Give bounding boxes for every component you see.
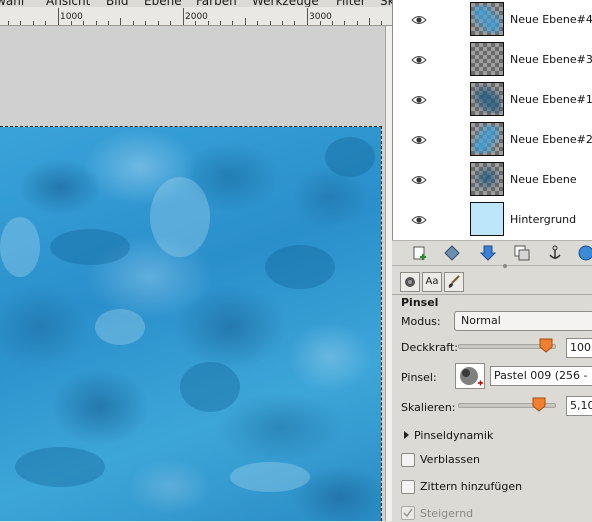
watercolor-image-canvas[interactable] xyxy=(0,127,381,521)
brush-preview-button[interactable] xyxy=(455,363,485,389)
layer-name[interactable]: Neue Ebene xyxy=(510,173,577,186)
modus-dropdown[interactable]: Normal xyxy=(454,311,592,331)
eye-icon[interactable] xyxy=(411,53,427,67)
scale-slider-handle[interactable] xyxy=(532,397,546,412)
layer-thumbnail xyxy=(470,162,504,196)
layer-name[interactable]: Neue Ebene#2 xyxy=(510,133,592,146)
tool-options-icon xyxy=(405,277,415,287)
ruler-tick xyxy=(58,8,59,25)
layer-row[interactable]: Neue Ebene xyxy=(393,160,592,200)
layer-name[interactable]: Neue Ebene#4 xyxy=(510,13,592,26)
right-dock: Neue Ebene#4 Neue Ebene#3 Neue Ebene#1 N… xyxy=(392,0,592,521)
opacity-value: 100,0 xyxy=(570,341,592,354)
tab-tool-options[interactable] xyxy=(400,272,420,292)
eye-icon[interactable] xyxy=(411,213,427,227)
brush-name: Pastel 009 (256 - Me xyxy=(494,369,592,382)
layer-thumbnail xyxy=(470,42,504,76)
layer-toolbar xyxy=(392,240,592,266)
verblassen-label[interactable]: Verblassen xyxy=(420,453,480,466)
opacity-slider-handle[interactable] xyxy=(539,338,553,353)
layer-row[interactable]: Neue Ebene#1 xyxy=(393,80,592,120)
duplicate-layer-icon[interactable] xyxy=(514,245,530,261)
delete-layer-icon[interactable] xyxy=(578,245,592,261)
brush-preview-icon xyxy=(460,367,483,386)
layer-name[interactable]: Hintergrund xyxy=(510,213,576,226)
font-icon: Aa xyxy=(425,276,439,287)
new-layer-icon[interactable] xyxy=(412,245,428,261)
checkmark-icon xyxy=(403,508,413,518)
skalieren-label: Skalieren: xyxy=(401,401,456,414)
dock-tabs: Aa xyxy=(392,270,592,295)
brush-dynamics-expander[interactable]: Pinseldynamik xyxy=(414,429,493,442)
eye-icon[interactable] xyxy=(411,13,427,27)
ruler-label: 2000 xyxy=(185,12,208,22)
deckkraft-label: Deckkraft: xyxy=(401,341,458,354)
eye-icon[interactable] xyxy=(411,173,427,187)
steigernd-label[interactable]: Steigernd xyxy=(420,507,473,520)
scale-value-field[interactable]: 5,10 xyxy=(566,396,592,416)
expander-arrow-icon[interactable] xyxy=(402,431,410,439)
pinsel-label: Pinsel: xyxy=(401,371,437,384)
dock-separator-grip[interactable] xyxy=(503,264,507,268)
opacity-value-field[interactable]: 100,0 xyxy=(566,338,592,358)
layer-row[interactable]: Hintergrund xyxy=(393,200,592,240)
zittern-checkbox[interactable] xyxy=(401,480,415,494)
image-window: Auswahl Ansicht Bild Ebene Farben Werkze… xyxy=(0,0,392,521)
steigernd-checkbox[interactable] xyxy=(401,506,415,520)
layer-thumbnail xyxy=(470,2,504,36)
ruler-tick xyxy=(307,8,308,25)
paint-texture xyxy=(0,137,375,492)
layer-thumbnail xyxy=(470,122,504,156)
layer-thumbnail xyxy=(470,82,504,116)
modus-value: Normal xyxy=(461,314,501,327)
layer-row[interactable]: Neue Ebene#3 xyxy=(393,40,592,80)
tab-fonts[interactable]: Aa xyxy=(422,272,442,292)
zittern-label[interactable]: Zittern hinzufügen xyxy=(420,480,522,493)
tool-options-panel: Pinsel Modus: Normal Deckkraft: 100,0 Pi… xyxy=(392,295,592,521)
eye-icon[interactable] xyxy=(411,93,427,107)
layer-thumbnail xyxy=(470,202,504,236)
tool-title: Pinsel xyxy=(401,296,439,309)
anchor-icon[interactable] xyxy=(547,245,563,261)
tab-brushes[interactable] xyxy=(444,272,464,292)
layer-name[interactable]: Neue Ebene#3 xyxy=(510,53,592,66)
selection-border-top xyxy=(0,126,382,127)
lower-layer-icon[interactable] xyxy=(480,245,496,261)
verblassen-checkbox[interactable] xyxy=(401,453,415,467)
layer-row[interactable]: Neue Ebene#2 xyxy=(393,120,592,160)
brush-icon xyxy=(448,275,460,288)
layer-row[interactable]: Neue Ebene#4 xyxy=(393,0,592,40)
layers-list: Neue Ebene#4 Neue Ebene#3 Neue Ebene#1 N… xyxy=(392,0,592,240)
menubar: Auswahl Ansicht Bild Ebene Farben Werkze… xyxy=(0,0,392,8)
scale-value: 5,10 xyxy=(570,399,592,412)
layer-name[interactable]: Neue Ebene#1 xyxy=(510,93,592,106)
vertical-scrollbar[interactable] xyxy=(385,26,392,521)
horizontal-ruler: 1000 2000 3000 xyxy=(0,7,392,26)
selection-border-right xyxy=(381,126,382,521)
modus-label: Modus: xyxy=(401,315,441,328)
ruler-tick xyxy=(183,8,184,25)
brush-name-field[interactable]: Pastel 009 (256 - Me xyxy=(490,366,592,386)
eye-icon[interactable] xyxy=(411,133,427,147)
raise-layer-icon[interactable] xyxy=(444,245,460,261)
